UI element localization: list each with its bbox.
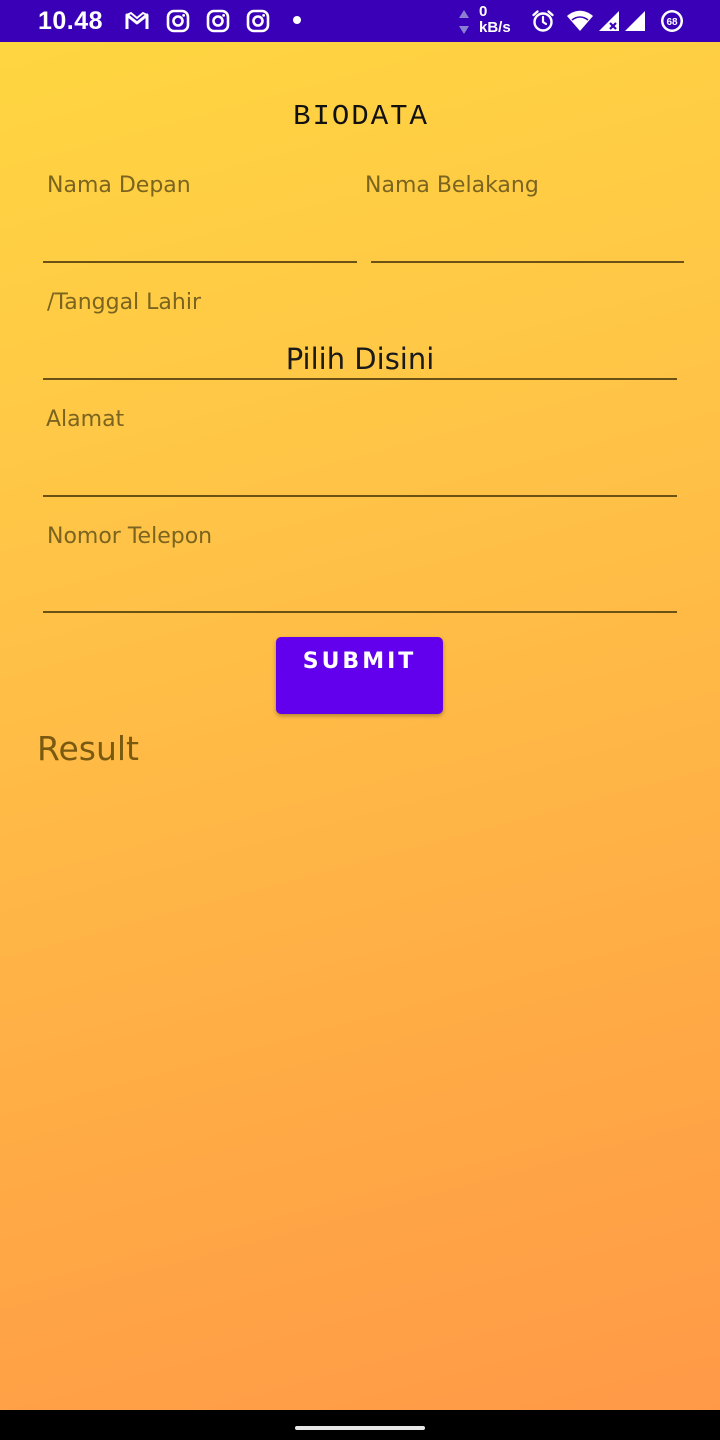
- address-field[interactable]: [43, 444, 677, 497]
- page-title: BIODATA: [293, 100, 429, 133]
- last-name-field[interactable]: [371, 210, 684, 263]
- instagram-icon: [166, 9, 190, 33]
- battery-level: 68: [666, 17, 678, 28]
- birth-date-value[interactable]: Pilih Disini: [43, 342, 677, 376]
- network-speed: 0 kB/s: [456, 4, 522, 40]
- result-text: Result: [37, 729, 139, 768]
- notification-dot-icon: [286, 9, 310, 33]
- status-bar: 10.48 0 kB/s 68: [0, 0, 720, 42]
- first-name-label: Nama Depan: [47, 173, 191, 198]
- signal-icon: [623, 9, 649, 33]
- first-name-field[interactable]: [43, 210, 357, 263]
- wifi-icon: [566, 9, 594, 33]
- submit-button[interactable]: SUBMIT: [276, 637, 443, 714]
- network-speed-value: 0: [479, 3, 488, 20]
- instagram-icon: [206, 9, 230, 33]
- battery-icon: 68: [660, 9, 686, 33]
- network-speed-unit: kB/s: [479, 19, 511, 36]
- phone-field[interactable]: [43, 561, 677, 613]
- address-label: Alamat: [46, 407, 125, 432]
- network-arrows-icon: [456, 8, 472, 36]
- alarm-icon: [531, 9, 555, 33]
- gmail-icon: [124, 9, 149, 33]
- instagram-icon: [246, 9, 270, 33]
- home-indicator[interactable]: [295, 1426, 425, 1430]
- last-name-label: Nama Belakang: [365, 173, 539, 198]
- birth-date-label: /Tanggal Lahir: [47, 290, 201, 315]
- navigation-bar: [0, 1410, 720, 1440]
- status-time: 10.48: [38, 7, 104, 35]
- signal-icon: [597, 9, 623, 33]
- phone-label: Nomor Telepon: [47, 524, 213, 549]
